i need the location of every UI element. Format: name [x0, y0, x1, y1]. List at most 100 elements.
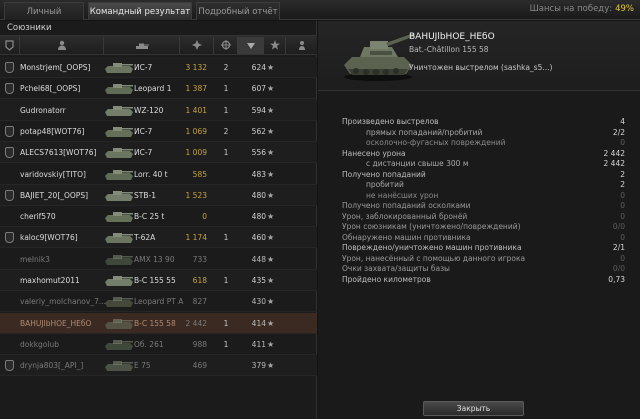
- stat-row: не нанёсших урон 0: [342, 191, 627, 202]
- win-chance: Шансы на победу: 49%: [530, 4, 634, 14]
- xp-value: 411: [251, 339, 266, 349]
- kills-value: 2: [223, 126, 229, 136]
- player-name: BAHUJlbHOE_HEбO: [20, 318, 92, 328]
- vehicle-name: STB-1: [134, 190, 156, 200]
- table-row[interactable]: varidovskiy[TITO] Lorr. 40 t 585 483 ★: [0, 164, 317, 185]
- stat-row: Урон, нанесённый с помощью данного игрок…: [342, 254, 627, 265]
- xp-star-icon: ★: [267, 169, 275, 179]
- table-row[interactable]: dokkgolub Об. 261 988 1 411 ★: [0, 334, 317, 355]
- vehicle-icon: [105, 361, 133, 372]
- vehicle-name: ИС-7: [134, 148, 153, 158]
- vehicle-name: E 75: [134, 361, 151, 371]
- damage-value: 1 523: [185, 190, 207, 200]
- xp-star-icon: ★: [267, 276, 275, 285]
- vehicle-icon: [105, 297, 133, 308]
- player-name: Pchel68[_OOPS]: [20, 84, 81, 94]
- stat-value: 4: [620, 117, 625, 126]
- tab-personal-result[interactable]: Личный результат: [4, 2, 84, 35]
- player-icon[interactable]: [20, 37, 104, 54]
- damage-value: 585: [192, 169, 207, 179]
- table-row[interactable]: Gudronatorr WZ-120 1 401 1 594 ★: [0, 99, 317, 121]
- stat-label: Получено попаданий: [342, 169, 426, 179]
- stat-value: 0/0: [612, 264, 625, 273]
- vehicle-name: Об. 261: [134, 339, 164, 349]
- xp-star-icon: ★: [267, 105, 275, 115]
- vehicle-name: Leopard 1: [134, 84, 172, 94]
- xp-value: 448: [251, 254, 266, 264]
- player-name: varidovskiy[TITO]: [20, 169, 86, 179]
- tank-icon[interactable]: [104, 37, 180, 54]
- table-row[interactable]: BAJIET_20[_OOPS] STB-1 1 523 480 ★: [0, 184, 317, 206]
- clan-emblem-icon: [5, 83, 14, 95]
- damage-value: 1 401: [185, 105, 207, 115]
- vehicle-icon: [105, 63, 133, 73]
- table-row[interactable]: drynja803[_API_] E 75 469 379 ★: [0, 355, 317, 377]
- xp-value: 624: [251, 63, 266, 72]
- stat-value: 2: [620, 180, 625, 189]
- xp-value: 435: [251, 276, 266, 285]
- stat-row: пробитий 2: [342, 180, 627, 191]
- vehicle-name: ИС-7: [134, 126, 153, 136]
- table-row[interactable]: valeriy_molchanov_7... Leopard PT A 827 430…: [0, 291, 317, 313]
- damage-value: 827: [192, 297, 207, 307]
- kills-value: 1: [223, 276, 229, 285]
- table-row[interactable]: maxhomut2011 B-C 155 55 618 1 435 ★: [0, 270, 317, 291]
- stat-label: с дистанции свыше 300 м: [366, 159, 469, 168]
- allies-title: Союзники: [7, 23, 52, 33]
- damage-value: 1 174: [185, 233, 207, 243]
- stat-label: Очки захвата/защиты базы: [342, 264, 450, 273]
- damage-icon[interactable]: [180, 37, 214, 54]
- stat-value: 0: [620, 138, 625, 147]
- damage-value: 469: [192, 361, 207, 371]
- stat-label: Урон союзникам (уничтожено/повреждений): [342, 222, 521, 231]
- xp-star-icon: ★: [267, 361, 275, 371]
- vehicle-icon: [105, 318, 133, 329]
- table-row[interactable]: Pchel68[_OOPS] Leopard 1 1 387 1 607 ★: [0, 78, 317, 100]
- player-name: ALECS7613[WOT76]: [20, 148, 97, 158]
- squad-icon[interactable]: [286, 37, 317, 54]
- xp-value: 480: [251, 212, 266, 222]
- stat-row: Обнаружено машин противника 0: [342, 233, 627, 244]
- xp-value: 379: [251, 361, 266, 371]
- vehicle-icon: [105, 190, 133, 201]
- player-name: cherif570: [20, 212, 56, 222]
- close-button[interactable]: Закрыть: [423, 401, 524, 416]
- vehicle-icon: [105, 126, 133, 137]
- tab-detailed-report[interactable]: Подробный отчёт: [196, 2, 280, 20]
- xp-value: 414: [251, 318, 266, 328]
- player-name: Monstrjem[_OOPS]: [20, 63, 91, 72]
- vehicle-name: B-C 25 t: [134, 212, 165, 222]
- star-icon[interactable]: [264, 37, 286, 54]
- vehicle-name: B-C 155 58: [134, 318, 176, 328]
- column-header: [0, 35, 317, 55]
- table-row[interactable]: potap48[WOT76] ИС-7 1 069 2 562 ★: [0, 121, 317, 142]
- xp-value: 594: [251, 105, 266, 115]
- stat-row: Повреждено/уничтожено машин противника 2/…: [342, 243, 627, 254]
- allies-panel: Союзники Monstrjem[_OOPS] ИС-7 3 132 2 624 ★ P…: [0, 21, 317, 419]
- table-row[interactable]: ALECS7613[WOT76] ИС-7 1 009 1 556 ★: [0, 142, 317, 164]
- xp-star-icon: ★: [267, 190, 275, 200]
- vehicle-icon: [105, 212, 133, 223]
- kills-value: 2: [223, 63, 229, 72]
- table-row[interactable]: kaloc9[WOT76] T-62A 1 174 1 460 ★: [0, 227, 317, 249]
- table-row[interactable]: melnik3 AMX 13 90 733 448 ★: [0, 249, 317, 270]
- xp-star-icon: ★: [267, 212, 275, 222]
- stat-row: Урон союзникам (уничтожено/повреждений) 0…: [342, 222, 627, 233]
- stat-value: 0,73: [608, 274, 625, 284]
- table-row[interactable]: cherif570 B-C 25 t 0 480 ★: [0, 206, 317, 228]
- player-name: BAJIET_20[_OOPS]: [20, 190, 89, 200]
- tab-team-result[interactable]: Командный результат: [88, 2, 192, 20]
- stat-row: с дистанции свыше 300 м 2 442: [342, 159, 627, 170]
- damage-value: 1 009: [185, 148, 207, 158]
- table-row[interactable]: Monstrjem[_OOPS] ИС-7 3 132 2 624 ★: [0, 57, 317, 78]
- kills-value: 1: [223, 148, 229, 158]
- clan-icon[interactable]: [0, 37, 20, 54]
- table-row[interactable]: BAHUJlbHOE_HEбO B-C 155 58 2 442 1 414 ★: [0, 312, 317, 334]
- clan-emblem-icon: [5, 147, 14, 159]
- stat-value: 2 442: [603, 159, 625, 168]
- stat-row: Очки захвата/защиты базы 0/0: [342, 264, 627, 275]
- sort-arrow-icon[interactable]: [238, 37, 264, 54]
- damage-value: 2 442: [185, 318, 207, 328]
- kills-icon[interactable]: [214, 37, 238, 54]
- player-name: melnik3: [20, 254, 50, 264]
